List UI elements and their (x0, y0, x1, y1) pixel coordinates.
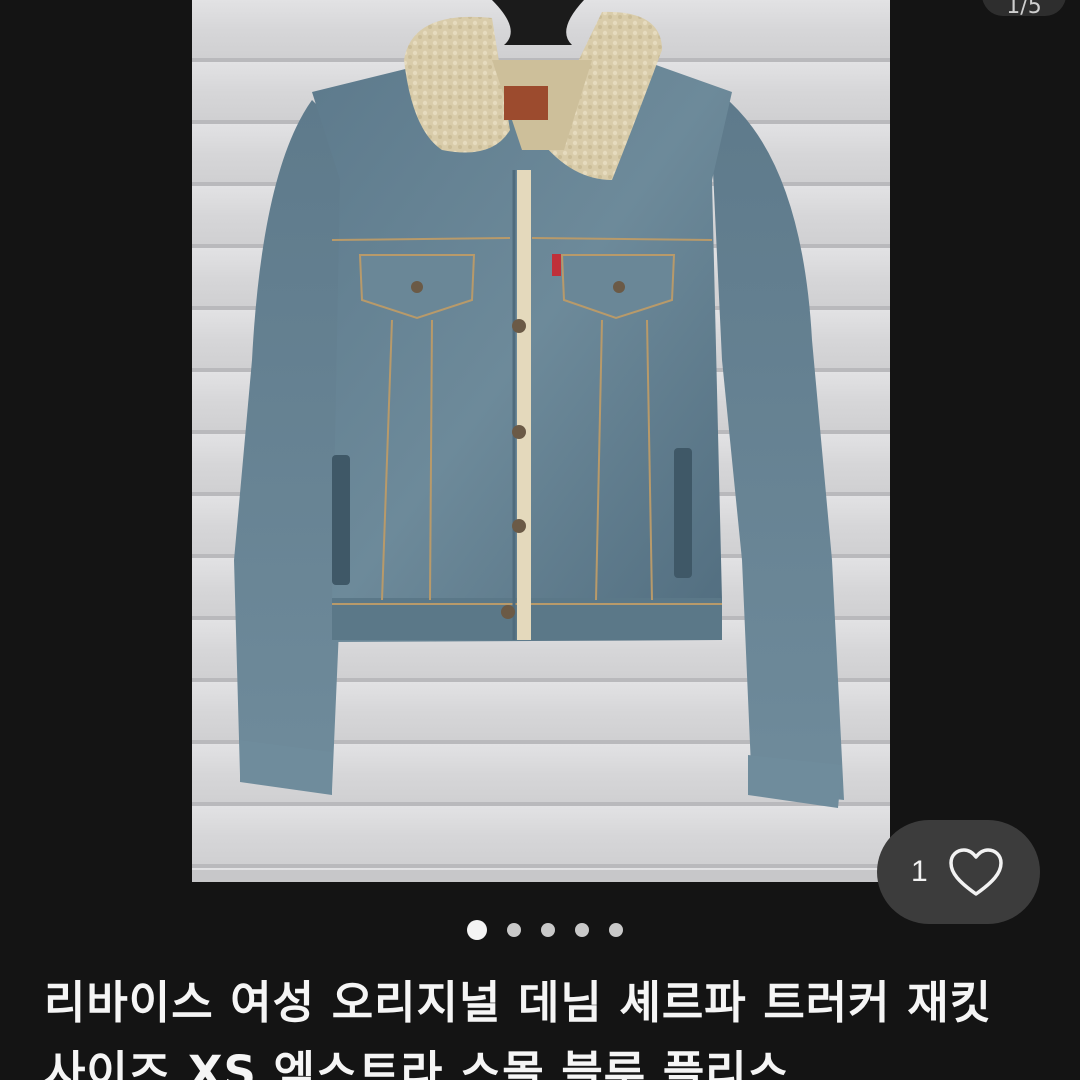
image-pagination-dots (0, 918, 1080, 942)
product-detail-screen: 1/5 1 리바이스 여성 오리지널 데님 셰르파 트러커 재킷 사이즈 XS … (0, 0, 1080, 1080)
like-button[interactable]: 1 (877, 820, 1040, 924)
pagination-dot-5[interactable] (609, 923, 623, 937)
product-image[interactable] (192, 0, 890, 882)
heart-outline-icon (949, 848, 1003, 896)
pagination-dot-3[interactable] (541, 923, 555, 937)
product-title: 리바이스 여성 오리지널 데님 셰르파 트러커 재킷 사이즈 XS 엑스트라 스… (44, 976, 993, 1080)
image-counter-text: 1/5 (1006, 0, 1042, 16)
pagination-dot-1[interactable] (467, 920, 487, 940)
like-count: 1 (911, 855, 928, 888)
image-counter: 1/5 (982, 0, 1066, 16)
pagination-dot-4[interactable] (575, 923, 589, 937)
pagination-dot-2[interactable] (507, 923, 521, 937)
